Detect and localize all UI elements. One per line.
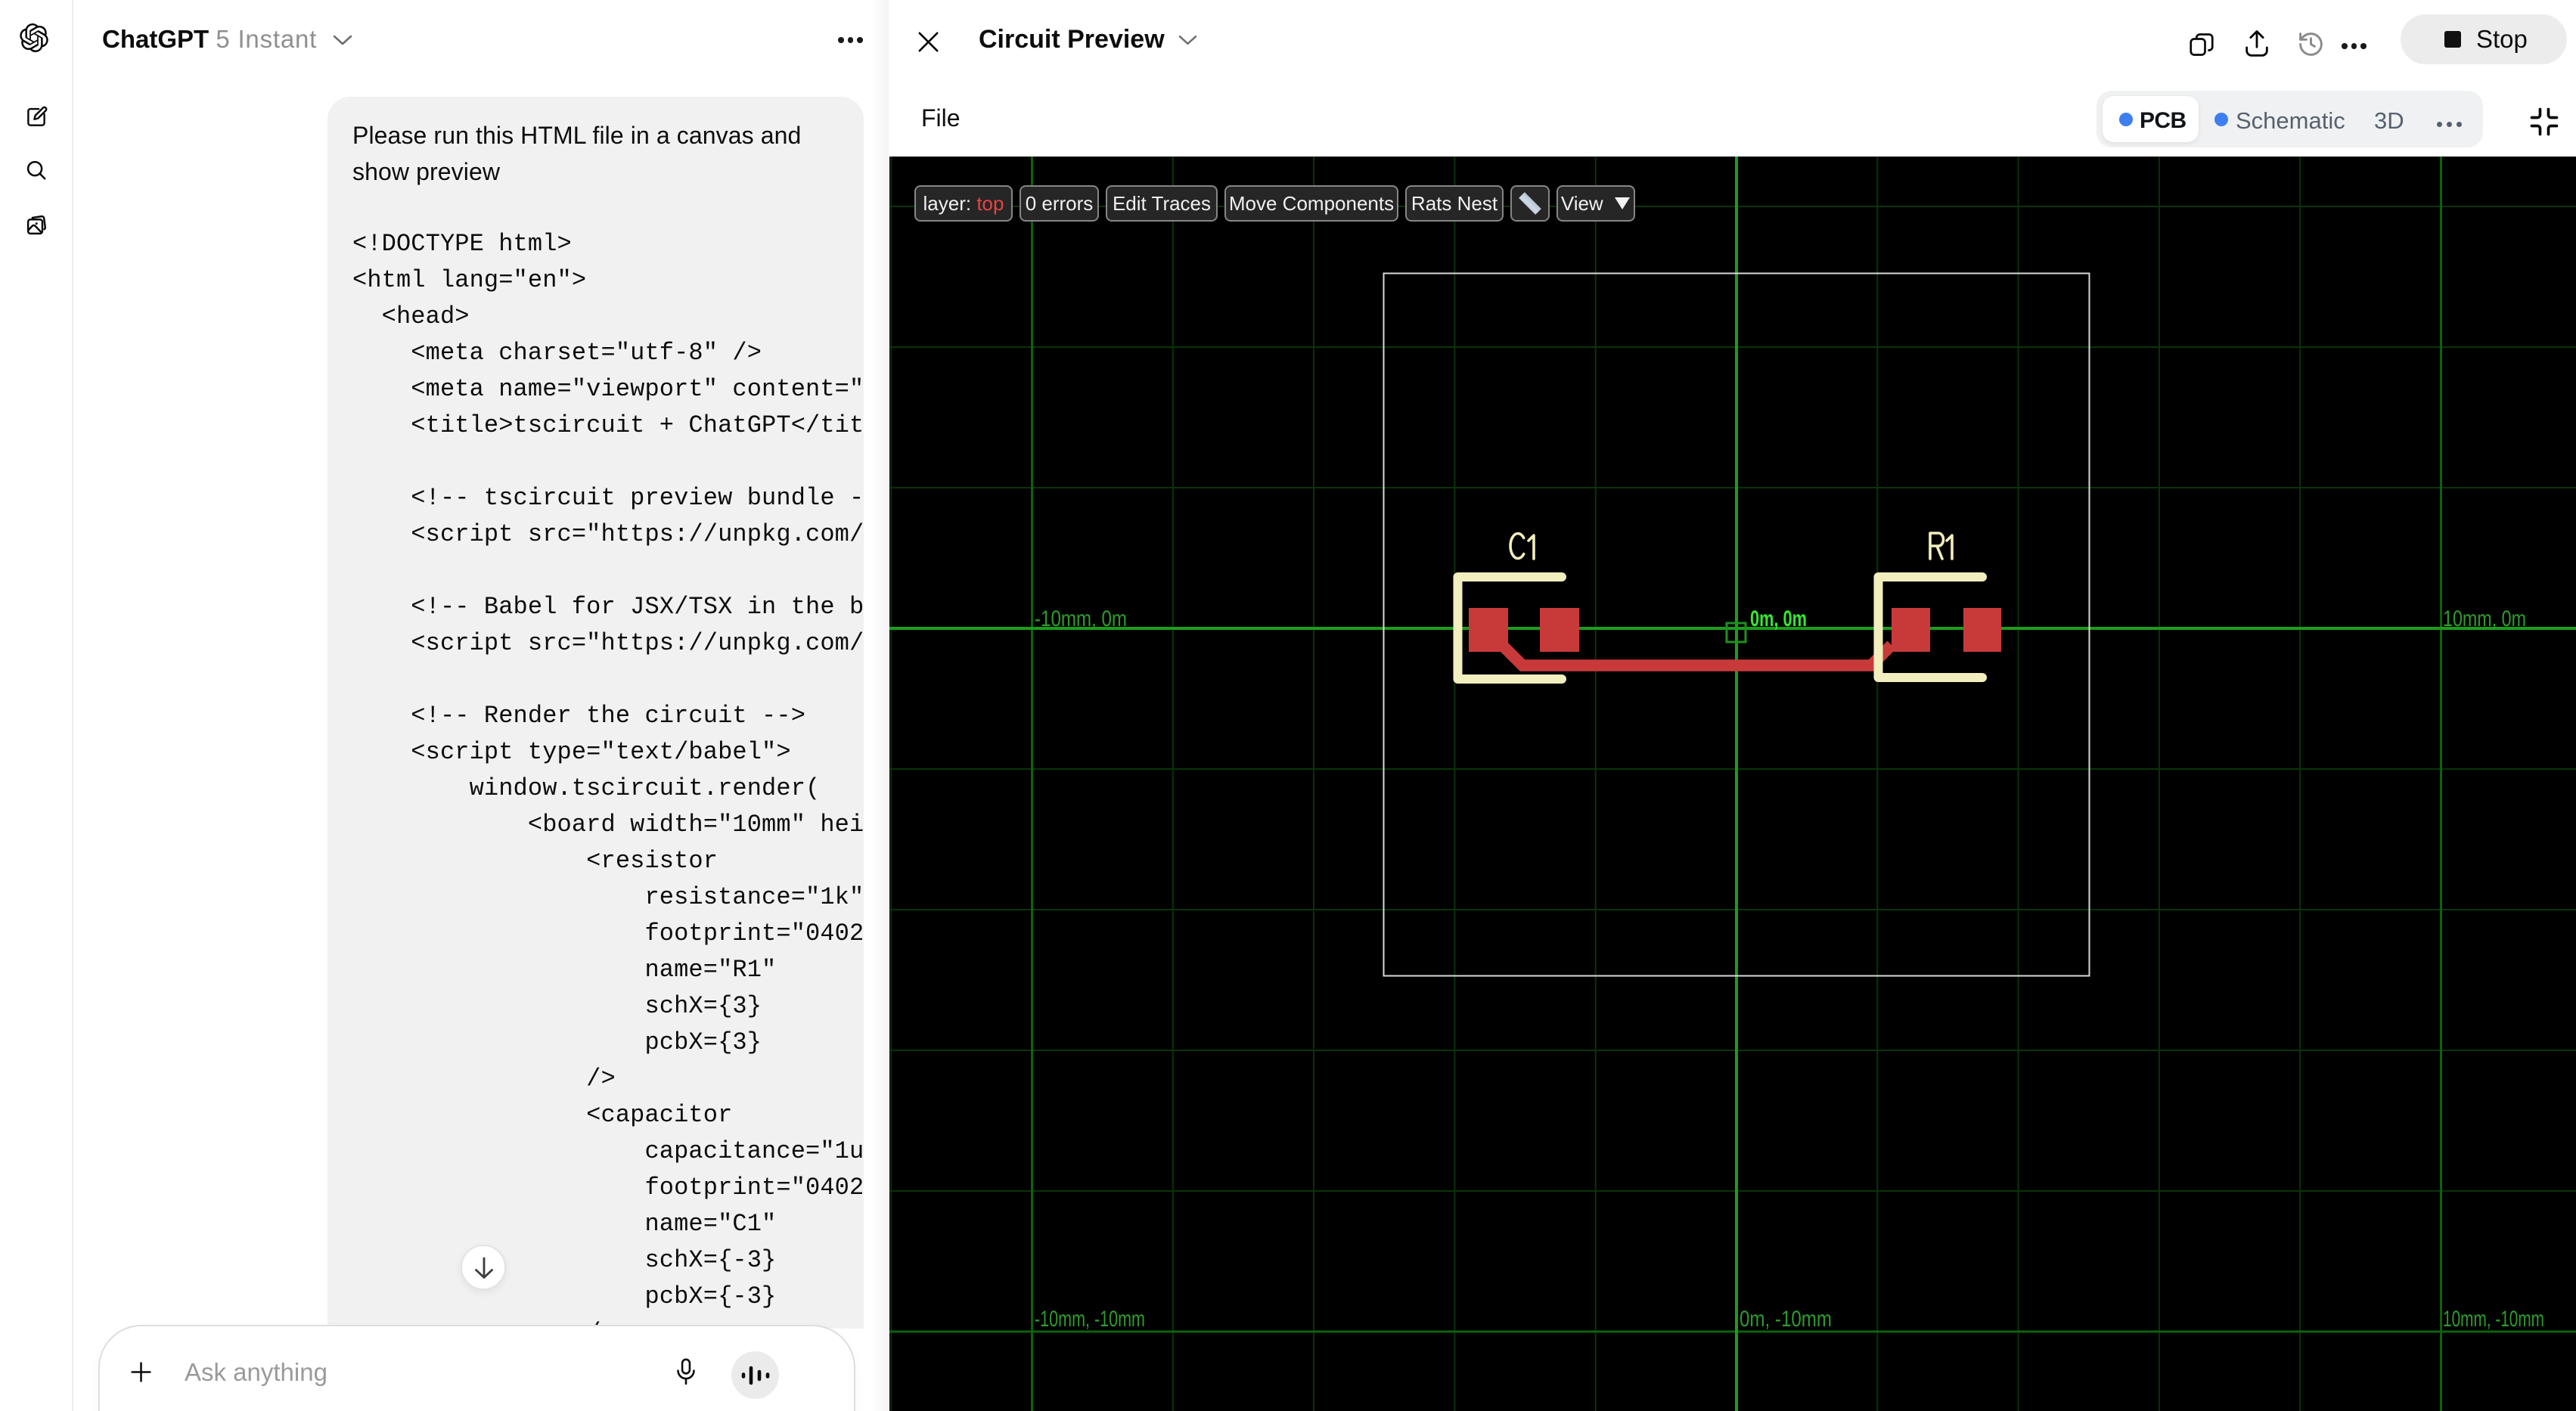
svg-text:0m, 0m: 0m, 0m bbox=[1750, 606, 1807, 631]
svg-text:-10mm, -10mm: -10mm, -10mm bbox=[1035, 1307, 1145, 1332]
svg-text:0m, -10mm: 0m, -10mm bbox=[1740, 1307, 1832, 1332]
svg-text:10mm, -10mm: 10mm, -10mm bbox=[2443, 1307, 2544, 1332]
svg-text:10mm, 0m: 10mm, 0m bbox=[2443, 606, 2526, 631]
svg-text:-10mm, 0m: -10mm, 0m bbox=[1035, 606, 1127, 631]
